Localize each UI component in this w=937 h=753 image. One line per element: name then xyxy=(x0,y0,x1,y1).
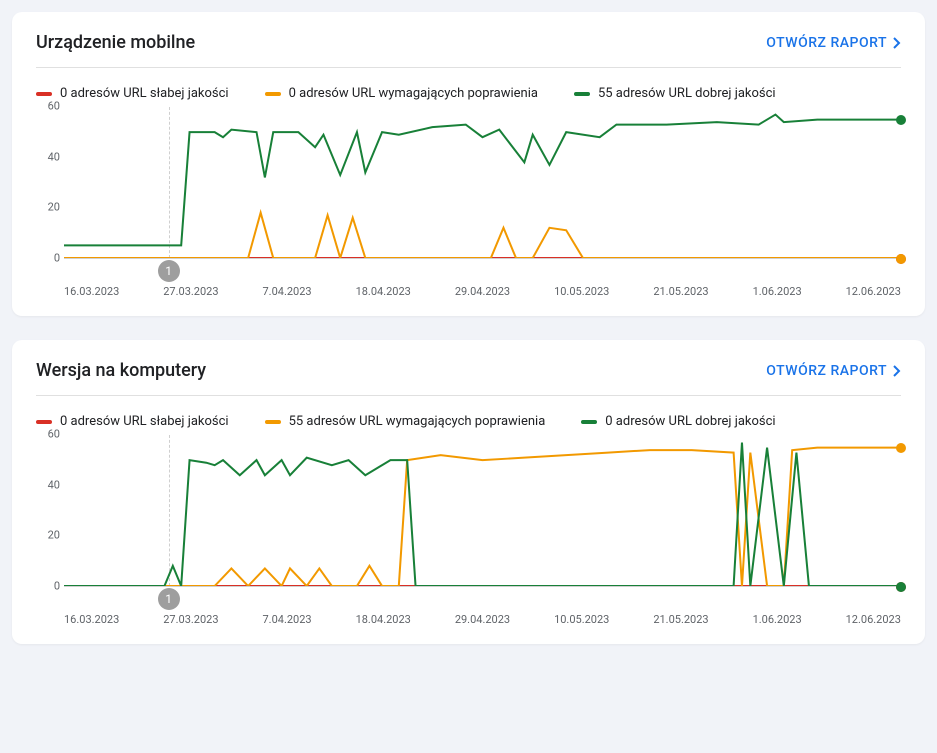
x-tick: 1.06.2023 xyxy=(753,613,802,626)
series-end-dot-good xyxy=(896,115,906,125)
series-end-dot-need xyxy=(896,443,906,453)
x-axis: 16.03.2023 27.03.2023 7.04.2023 18.04.2023 2… xyxy=(64,587,901,626)
legend-label: 55 adresów URL wymagających poprawienia xyxy=(289,414,546,429)
series-end-dot-good xyxy=(896,582,906,592)
event-marker-badge[interactable]: 1 xyxy=(158,260,180,282)
legend-swatch-icon xyxy=(36,420,52,424)
y-tick: 60 xyxy=(48,428,60,441)
y-tick: 0 xyxy=(54,252,60,265)
open-report-label: OTWÓRZ RAPORT xyxy=(766,363,887,379)
legend-item-need[interactable]: 0 adresów URL wymagających poprawienia xyxy=(265,86,538,101)
chart-legend: 0 adresów URL słabej jakości 0 adresów UR… xyxy=(36,68,901,107)
x-tick: 7.04.2023 xyxy=(263,285,312,298)
open-report-label: OTWÓRZ RAPORT xyxy=(766,35,887,51)
x-tick: 18.04.2023 xyxy=(356,613,411,626)
x-tick: 16.03.2023 xyxy=(64,285,119,298)
y-tick: 20 xyxy=(48,201,60,214)
legend-label: 0 adresów URL słabej jakości xyxy=(60,414,229,429)
chart-series xyxy=(64,107,901,258)
series-line-good xyxy=(64,115,901,246)
chart-card: Urządzenie mobilne OTWÓRZ RAPORT 0 adresów… xyxy=(12,12,925,316)
card-title: Wersja na komputery xyxy=(36,360,206,381)
x-tick: 21.05.2023 xyxy=(653,613,708,626)
x-tick: 29.04.2023 xyxy=(455,613,510,626)
card-title: Urządzenie mobilne xyxy=(36,32,195,53)
series-end-dot-need xyxy=(896,254,906,264)
y-tick: 0 xyxy=(54,580,60,593)
chart-plot[interactable]: 02040601 xyxy=(64,107,901,259)
chevron-right-icon xyxy=(893,365,901,377)
legend-label: 0 adresów URL dobrej jakości xyxy=(605,414,775,429)
y-tick: 40 xyxy=(48,150,60,163)
legend-item-poor[interactable]: 0 adresów URL słabej jakości xyxy=(36,86,229,101)
legend-swatch-icon xyxy=(581,420,597,424)
legend-swatch-icon xyxy=(574,92,590,96)
chart-series xyxy=(64,435,901,586)
legend-label: 0 adresów URL słabej jakości xyxy=(60,86,229,101)
legend-label: 55 adresów URL dobrej jakości xyxy=(598,86,776,101)
y-tick: 60 xyxy=(48,100,60,113)
x-tick: 27.03.2023 xyxy=(163,613,218,626)
x-tick: 18.04.2023 xyxy=(356,285,411,298)
x-tick: 16.03.2023 xyxy=(64,613,119,626)
x-tick: 29.04.2023 xyxy=(455,285,510,298)
y-tick: 20 xyxy=(48,529,60,542)
x-tick: 21.05.2023 xyxy=(653,285,708,298)
x-tick: 10.05.2023 xyxy=(554,285,609,298)
y-axis: 0204060 xyxy=(36,107,60,258)
chart-legend: 0 adresów URL słabej jakości 55 adresów U… xyxy=(36,396,901,435)
x-tick: 7.04.2023 xyxy=(263,613,312,626)
event-marker-badge[interactable]: 1 xyxy=(158,588,180,610)
legend-item-good[interactable]: 55 adresów URL dobrej jakości xyxy=(574,86,776,101)
series-line-good xyxy=(64,443,901,586)
chart-card: Wersja na komputery OTWÓRZ RAPORT 0 adresó… xyxy=(12,340,925,644)
y-axis: 0204060 xyxy=(36,435,60,586)
x-tick: 10.05.2023 xyxy=(554,613,609,626)
legend-swatch-icon xyxy=(265,420,281,424)
legend-swatch-icon xyxy=(265,92,281,96)
chart-area: 02040601 16.03.2023 27.03.2023 7.04.2023 18.… xyxy=(36,107,901,298)
card-header: Wersja na komputery OTWÓRZ RAPORT xyxy=(36,360,901,396)
chart-plot[interactable]: 02040601 xyxy=(64,435,901,587)
legend-item-need[interactable]: 55 adresów URL wymagających poprawienia xyxy=(265,414,546,429)
chevron-right-icon xyxy=(893,37,901,49)
x-tick: 12.06.2023 xyxy=(846,285,901,298)
legend-swatch-icon xyxy=(36,92,52,96)
x-tick: 12.06.2023 xyxy=(846,613,901,626)
series-line-need xyxy=(64,213,901,258)
x-axis: 16.03.2023 27.03.2023 7.04.2023 18.04.2023 2… xyxy=(64,259,901,298)
open-report-button[interactable]: OTWÓRZ RAPORT xyxy=(766,363,901,379)
x-tick: 27.03.2023 xyxy=(163,285,218,298)
x-tick: 1.06.2023 xyxy=(753,285,802,298)
chart-area: 02040601 16.03.2023 27.03.2023 7.04.2023 18.… xyxy=(36,435,901,626)
legend-label: 0 adresów URL wymagających poprawienia xyxy=(289,86,538,101)
legend-item-good[interactable]: 0 adresów URL dobrej jakości xyxy=(581,414,775,429)
card-header: Urządzenie mobilne OTWÓRZ RAPORT xyxy=(36,32,901,68)
open-report-button[interactable]: OTWÓRZ RAPORT xyxy=(766,35,901,51)
y-tick: 40 xyxy=(48,478,60,491)
legend-item-poor[interactable]: 0 adresów URL słabej jakości xyxy=(36,414,229,429)
